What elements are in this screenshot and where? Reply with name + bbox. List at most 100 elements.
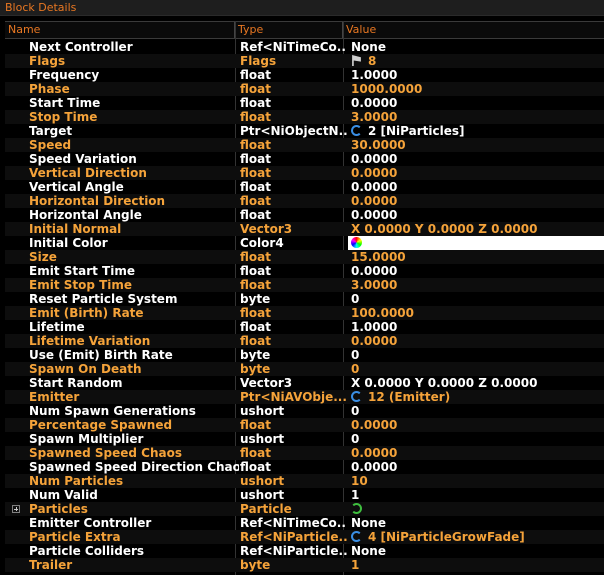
row-value[interactable]: 0 (348, 362, 604, 376)
table-row[interactable]: Particles Particle (5, 502, 604, 516)
row-value[interactable]: None (348, 544, 604, 558)
row-value[interactable]: 0.0000 (348, 166, 604, 180)
column-header-type[interactable]: Type (235, 22, 343, 38)
table-row[interactable]: Lifetime float 1.0000 (5, 320, 604, 334)
row-value[interactable]: 30.0000 (348, 138, 604, 152)
row-value[interactable]: 0.0000 (348, 446, 604, 460)
column-header-value[interactable]: Value (343, 22, 604, 38)
row-value[interactable]: 12 (Emitter) (348, 390, 604, 404)
row-type: Ref<NiTimeCo... (240, 40, 347, 54)
table-row[interactable]: Reset Particle System byte 0 (5, 292, 604, 306)
row-value[interactable]: 0.0000 (348, 194, 604, 208)
table-row[interactable]: Spawned Speed Chaos float 0.0000 (5, 446, 604, 460)
row-value[interactable] (348, 502, 604, 516)
row-value[interactable]: 0 (348, 348, 604, 362)
row-value[interactable]: 1 (348, 488, 604, 502)
row-value[interactable]: None (348, 40, 604, 54)
row-value[interactable]: 3.0000 (348, 278, 604, 292)
row-value[interactable]: 0.0000 (348, 334, 604, 348)
row-type: Particle (240, 502, 292, 516)
row-type: ushort (240, 404, 285, 418)
table-row[interactable]: Flags Flags 8 (5, 54, 604, 68)
row-value-text: X 0.0000 Y 0.0000 Z 0.0000 (351, 222, 538, 236)
row-type: float (240, 460, 271, 474)
table-row[interactable]: Vertical Direction float 0.0000 (5, 166, 604, 180)
table-row[interactable]: Next Controller Ref<NiTimeCo... None (5, 40, 604, 54)
row-type: Ptr<NiAVObje... (240, 390, 347, 404)
table-row[interactable]: Start Time float 0.0000 (5, 96, 604, 110)
row-value[interactable]: 1 (348, 558, 604, 572)
row-value[interactable]: 3.0000 (348, 110, 604, 124)
table-row[interactable]: Spawned Speed Direction Chaos float 0.0000 (5, 460, 604, 474)
row-type: ushort (240, 474, 285, 488)
table-row[interactable]: Initial Normal Vector3 X 0.0000 Y 0.0000 Z… (5, 222, 604, 236)
row-type: float (240, 278, 271, 292)
row-value[interactable]: 4 [NiParticleGrowFade] (348, 530, 604, 544)
row-type: float (240, 166, 271, 180)
row-value[interactable]: #ffffffff (348, 236, 604, 250)
row-value[interactable]: X 0.0000 Y 0.0000 Z 0.0000 (348, 376, 604, 390)
expand-icon[interactable] (12, 505, 20, 513)
table-row[interactable]: Frequency float 1.0000 (5, 68, 604, 82)
row-name: Lifetime Variation (29, 334, 151, 348)
row-value[interactable]: 0.0000 (348, 180, 604, 194)
table-row[interactable]: Emitter Controller Ref<NiTimeCo... None (5, 516, 604, 530)
column-header-name[interactable]: Name (5, 22, 235, 38)
table-row[interactable]: Particle Colliders Ref<NiParticle... None (5, 544, 604, 558)
table-row[interactable]: Num Valid ushort 1 (5, 488, 604, 502)
table-row[interactable]: Trailer byte 1 (5, 558, 604, 572)
row-type: float (240, 82, 271, 96)
row-value[interactable]: 0.0000 (348, 152, 604, 166)
table-row[interactable]: Num Particles ushort 10 (5, 474, 604, 488)
row-value[interactable]: 100.0000 (348, 306, 604, 320)
row-value[interactable]: 0 (348, 432, 604, 446)
table-row[interactable]: Emitter Ptr<NiAVObje... 12 (Emitter) (5, 390, 604, 404)
row-name: Horizontal Angle (29, 208, 142, 222)
row-value[interactable]: 0.0000 (348, 418, 604, 432)
table-row[interactable]: Lifetime Variation float 0.0000 (5, 334, 604, 348)
row-type: float (240, 264, 271, 278)
table-row[interactable]: Spawn Multiplier ushort 0 (5, 432, 604, 446)
row-type: Ref<NiParticle... (240, 530, 347, 544)
row-name: Size (29, 250, 57, 264)
table-row[interactable]: Spawn On Death byte 0 (5, 362, 604, 376)
table-row[interactable]: Particle Extra Ref<NiParticle... 4 [NiPart… (5, 530, 604, 544)
row-value[interactable]: 0 (348, 292, 604, 306)
table-row[interactable]: Use (Emit) Birth Rate byte 0 (5, 348, 604, 362)
table-row[interactable]: Start Random Vector3 X 0.0000 Y 0.0000 Z 0… (5, 376, 604, 390)
link-icon (351, 391, 362, 402)
table-row[interactable]: Speed float 30.0000 (5, 138, 604, 152)
table-row[interactable]: Emit Stop Time float 3.0000 (5, 278, 604, 292)
row-value[interactable]: 0.0000 (348, 208, 604, 222)
row-value[interactable]: 15.0000 (348, 250, 604, 264)
row-value[interactable]: 1.0000 (348, 320, 604, 334)
table-row[interactable]: Speed Variation float 0.0000 (5, 152, 604, 166)
table-row[interactable]: Percentage Spawned float 0.0000 (5, 418, 604, 432)
table-row[interactable]: Num Spawn Generations ushort 0 (5, 404, 604, 418)
row-value[interactable]: 0.0000 (348, 96, 604, 110)
table-row[interactable]: Target Ptr<NiObjectN... 2 [NiParticles] (5, 124, 604, 138)
row-value[interactable]: X 0.0000 Y 0.0000 Z 0.0000 (348, 222, 604, 236)
row-value[interactable]: 0.0000 (348, 264, 604, 278)
row-value[interactable]: 0.0000 (348, 460, 604, 474)
table-row[interactable]: Emit Start Time float 0.0000 (5, 264, 604, 278)
row-value[interactable]: 2 [NiParticles] (348, 124, 604, 138)
table-row[interactable]: Horizontal Direction float 0.0000 (5, 194, 604, 208)
row-type: float (240, 446, 271, 460)
table-row[interactable]: Stop Time float 3.0000 (5, 110, 604, 124)
row-type: float (240, 180, 271, 194)
row-value-text: 15.0000 (351, 250, 406, 264)
row-value[interactable]: 1000.0000 (348, 82, 604, 96)
table-row[interactable]: Phase float 1000.0000 (5, 82, 604, 96)
row-value[interactable]: 0 (348, 404, 604, 418)
row-type: Flags (240, 54, 277, 68)
table-row[interactable]: Vertical Angle float 0.0000 (5, 180, 604, 194)
row-value[interactable]: 1.0000 (348, 68, 604, 82)
table-row[interactable]: Horizontal Angle float 0.0000 (5, 208, 604, 222)
row-value[interactable]: 10 (348, 474, 604, 488)
table-row[interactable]: Emit (Birth) Rate float 100.0000 (5, 306, 604, 320)
row-value[interactable]: 8 (348, 54, 604, 68)
row-value[interactable]: None (348, 516, 604, 530)
table-row[interactable]: Initial Color Color4 #ffffffff (5, 236, 604, 250)
table-row[interactable]: Size float 15.0000 (5, 250, 604, 264)
